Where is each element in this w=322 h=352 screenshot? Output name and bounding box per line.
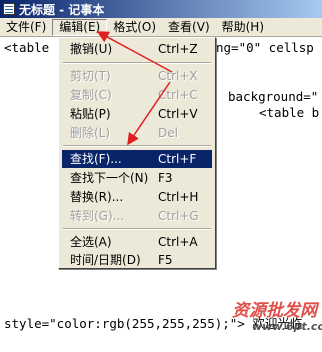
menu-item-time-date[interactable]: 时间/日期(D) F5 [62,251,212,269]
menu-item-goto[interactable]: 转到(G)... Ctrl+G [62,207,212,225]
menu-separator [63,228,211,230]
menu-format[interactable]: 格式(O) [107,19,162,36]
editor-line: background=" [228,89,319,104]
menu-help[interactable]: 帮助(H) [216,19,270,36]
menu-separator [63,145,211,147]
editor-line: ng="0" cellsp [216,40,314,55]
editor-line: <table [4,40,50,55]
menu-item-paste[interactable]: 粘贴(P) Ctrl+V [62,105,212,123]
menu-edit[interactable]: 编辑(E) [52,18,108,36]
menu-item-replace[interactable]: 替换(R)... Ctrl+H [62,188,212,206]
menu-item-find[interactable]: 查找(F)... Ctrl+F [62,150,212,168]
menu-separator [63,62,211,64]
menu-item-find-next[interactable]: 查找下一个(N) F3 [62,169,212,187]
menu-item-copy[interactable]: 复制(C) Ctrl+C [62,86,212,104]
menu-view[interactable]: 查看(V) [162,19,216,36]
menu-item-cut[interactable]: 剪切(T) Ctrl+X [62,67,212,85]
edit-menu: 撤销(U) Ctrl+Z 剪切(T) Ctrl+X 复制(C) Ctrl+C 粘贴(P… [58,37,216,269]
window-title: 无标题 - 记事本 [19,2,105,17]
menu-bar: 文件(F) 编辑(E) 格式(O) 查看(V) 帮助(H) [0,18,322,37]
menu-item-delete[interactable]: 删除(L) Del [62,124,212,142]
title-bar: 无标题 - 记事本 [0,0,322,18]
menu-file[interactable]: 文件(F) [0,19,52,36]
notepad-icon [3,3,15,15]
watermark-url: www.6pt.cc [252,320,322,333]
menu-item-select-all[interactable]: 全选(A) Ctrl+A [62,233,212,251]
editor-line: <table b [259,105,320,120]
menu-item-undo[interactable]: 撤销(U) Ctrl+Z [62,40,212,58]
watermark-text: 资源批发网 [232,301,317,321]
